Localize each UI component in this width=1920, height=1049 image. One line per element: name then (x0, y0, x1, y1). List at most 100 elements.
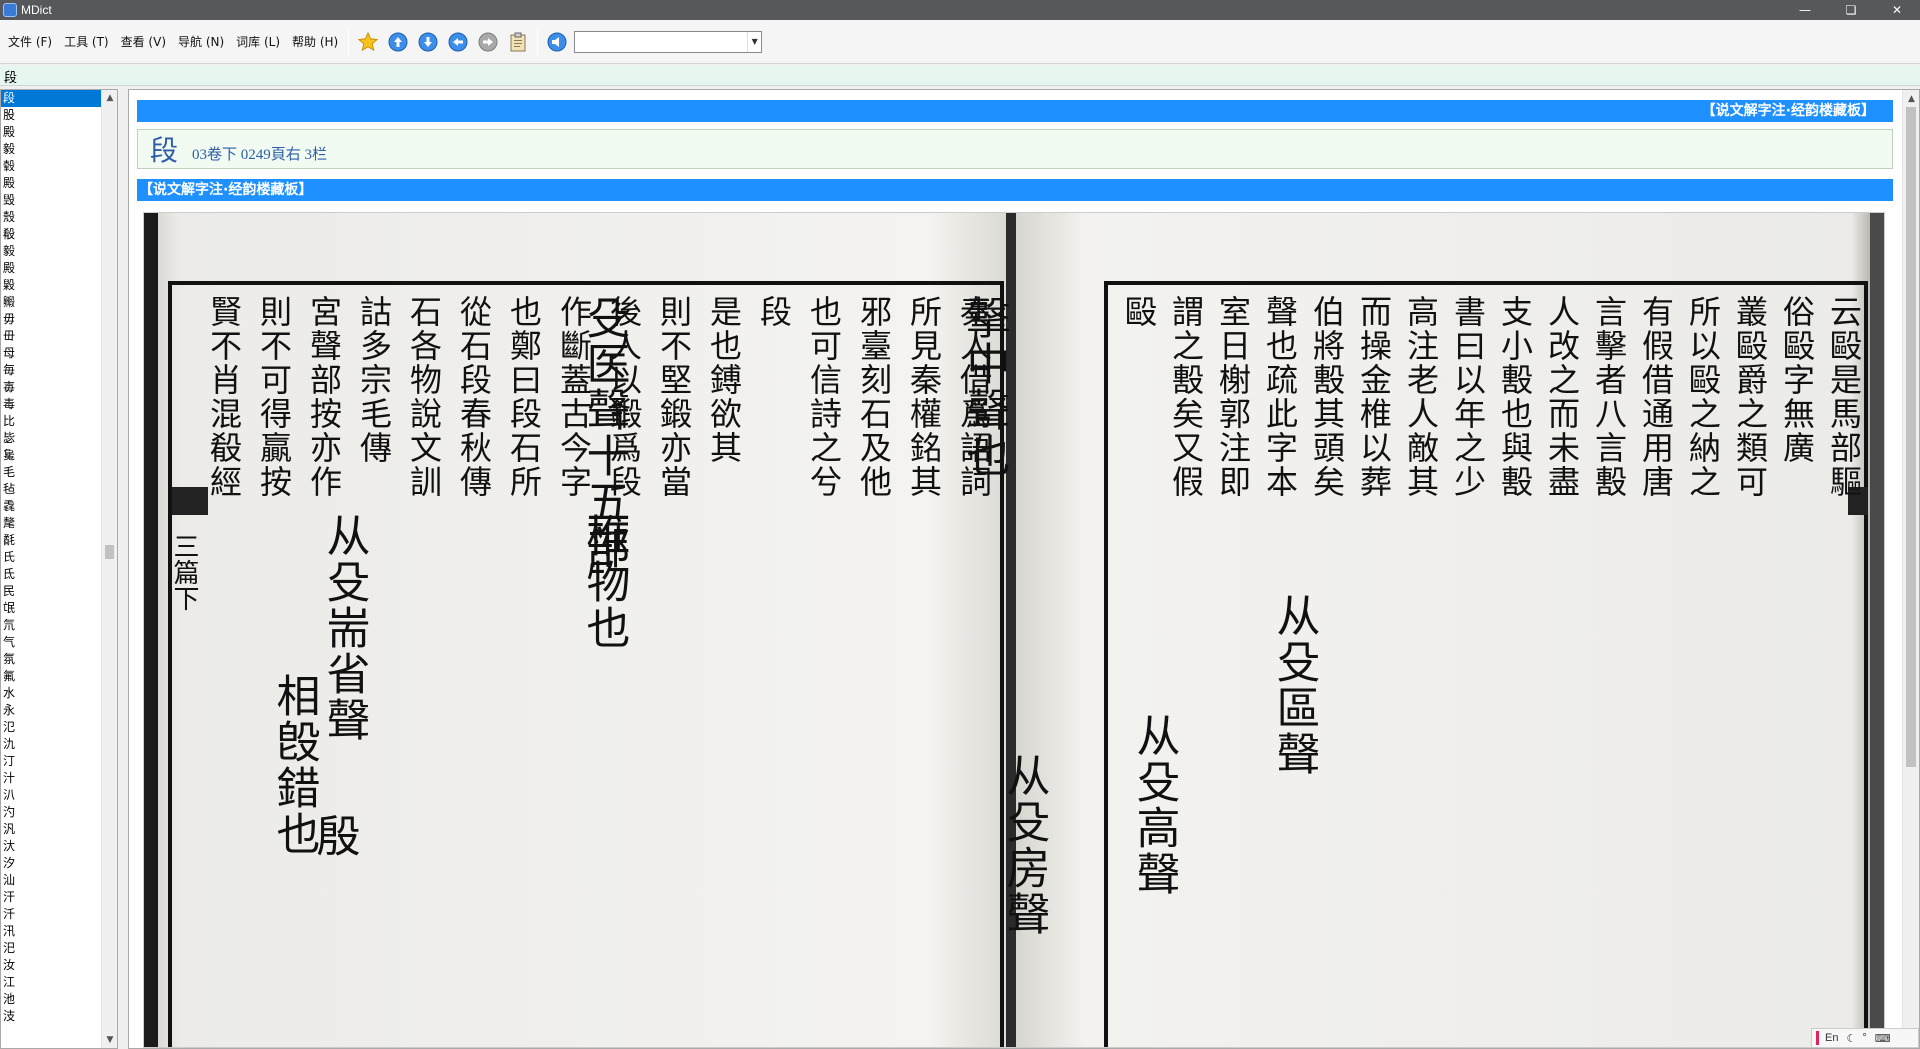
menu-help[interactable]: 帮助 (H) (286, 33, 344, 50)
word-list-item[interactable]: 水 (1, 685, 102, 702)
word-list-item[interactable]: 民 (1, 583, 102, 600)
word-list-item[interactable]: 汋 (1, 804, 102, 821)
word-list-item[interactable]: 段 (1, 90, 102, 107)
word-list-item[interactable]: 毅 (1, 141, 102, 158)
word-list-item[interactable]: 汘 (1, 906, 102, 923)
word-list-item[interactable]: 氂 (1, 515, 102, 532)
scan-text-column: 椎物也 (579, 513, 630, 651)
word-list-item[interactable]: 汕 (1, 872, 102, 889)
word-list-item[interactable]: 氓 (1, 600, 102, 617)
scan-text-column: 高注老人敵其 (1402, 295, 1440, 499)
menu-tools[interactable]: 工具 (T) (58, 33, 115, 50)
ime-indicator[interactable]: En ☾ ° ⌨ (1811, 1028, 1919, 1048)
arrow-up-icon (388, 32, 408, 51)
word-list-item[interactable]: 气 (1, 634, 102, 651)
word-list-item[interactable]: 毐 (1, 379, 102, 396)
minimize-button[interactable]: — (1782, 0, 1828, 20)
word-list-item[interactable]: 池 (1, 991, 102, 1008)
scan-text-column: 則不可得贏按 (255, 295, 293, 499)
word-list-item[interactable]: 毁 (1, 192, 102, 209)
word-list-item[interactable]: 汁 (1, 770, 102, 787)
word-list-item[interactable]: 毅 (1, 243, 102, 260)
word-list-item[interactable]: 毳 (1, 498, 102, 515)
word-list-item[interactable]: 殿 (1, 124, 102, 141)
word-list-item[interactable]: 氘 (1, 617, 102, 634)
clipboard-button[interactable] (505, 29, 531, 55)
word-list[interactable]: 段股殿毅毂殿毁殼殽毅殿毇毈毋毌母毎毐毒比毖毚毛毡毳氂氄氏氐民氓氘气氛氟水永氾氿汀… (1, 90, 102, 1048)
word-list-item[interactable]: 比 (1, 413, 102, 430)
word-list-item[interactable]: 毎 (1, 362, 102, 379)
word-list-item[interactable]: 汝 (1, 957, 102, 974)
scan-text-column: 言擊者八言毄 (1590, 295, 1628, 499)
menu-library[interactable]: 词库 (L) (230, 33, 286, 50)
word-list-item[interactable]: 殽 (1, 226, 102, 243)
word-list-item[interactable]: 殼 (1, 209, 102, 226)
pane-splitter[interactable] (118, 89, 128, 1049)
word-list-item[interactable]: 毡 (1, 481, 102, 498)
word-list-item[interactable]: 毈 (1, 294, 102, 311)
definition-scrollbar[interactable]: ▲ ▼ (1902, 90, 1919, 1048)
word-list-item[interactable]: 毒 (1, 396, 102, 413)
clipboard-icon (510, 32, 526, 51)
close-button[interactable]: ✕ (1874, 0, 1920, 20)
word-list-item[interactable]: 氿 (1, 736, 102, 753)
word-list-item[interactable]: 毇 (1, 277, 102, 294)
toolbar-separator (537, 27, 539, 56)
word-list-item[interactable]: 毖 (1, 430, 102, 447)
scan-text-column: 所見秦權銘其 (905, 295, 943, 499)
scan-text-column: 从殳高聲 (1129, 713, 1180, 897)
word-list-item[interactable]: 氾 (1, 719, 102, 736)
word-list-item[interactable]: 毚 (1, 447, 102, 464)
pronounce-button[interactable] (544, 29, 570, 55)
word-list-item[interactable]: 母 (1, 345, 102, 362)
word-list-item[interactable]: 汥 (1, 1008, 102, 1025)
word-list-item[interactable]: 殿 (1, 175, 102, 192)
scan-text-column: 室日榭郭注即 (1214, 295, 1252, 499)
word-list-item[interactable]: 汜 (1, 940, 102, 957)
previous-entry-button[interactable] (385, 29, 411, 55)
menu-view[interactable]: 查看 (V) (115, 33, 172, 50)
word-list-item[interactable]: 汃 (1, 787, 102, 804)
word-list-item[interactable]: 汛 (1, 923, 102, 940)
search-input[interactable]: 段 (0, 65, 1920, 86)
scroll-up-icon[interactable]: ▲ (102, 90, 118, 106)
word-list-item[interactable]: 氛 (1, 651, 102, 668)
scan-text-column: 从殳耑省聲 (319, 513, 370, 743)
next-entry-button[interactable] (415, 29, 441, 55)
chevron-down-icon[interactable]: ▼ (747, 31, 761, 52)
back-button[interactable] (445, 29, 471, 55)
scan-text-column: 詁多宗毛傳 (355, 295, 393, 465)
scroll-thumb[interactable] (105, 545, 114, 559)
word-list-item[interactable]: 毌 (1, 328, 102, 345)
window-controls: — ❏ ✕ (1782, 0, 1920, 20)
scroll-up-icon[interactable]: ▲ (1903, 90, 1919, 107)
word-list-item[interactable]: 殿 (1, 260, 102, 277)
favorite-button[interactable] (355, 29, 381, 55)
word-list-item[interactable]: 氟 (1, 668, 102, 685)
word-list-item[interactable]: 氏 (1, 549, 102, 566)
word-list-item[interactable]: 股 (1, 107, 102, 124)
scroll-thumb[interactable] (1906, 107, 1916, 767)
restore-button[interactable]: ❏ (1828, 0, 1874, 20)
word-list-item[interactable]: 江 (1, 974, 102, 991)
menu-navigate[interactable]: 导航 (N) (172, 33, 230, 50)
dictionary-select[interactable]: ▼ (574, 30, 763, 53)
word-list-item[interactable]: 毂 (1, 158, 102, 175)
word-list-scrollbar[interactable]: ▲ ▼ (101, 90, 117, 1048)
word-list-item[interactable]: 毛 (1, 464, 102, 481)
word-list-item[interactable]: 汐 (1, 855, 102, 872)
word-list-item[interactable]: 永 (1, 702, 102, 719)
word-list-item[interactable]: 汀 (1, 753, 102, 770)
scroll-down-icon[interactable]: ▼ (102, 1032, 118, 1048)
forward-button[interactable] (475, 29, 501, 55)
menu-file[interactable]: 文件 (F) (2, 33, 58, 50)
word-list-item[interactable]: 毋 (1, 311, 102, 328)
scan-text-column: 則不堅鍛亦當 (655, 295, 693, 499)
app-icon (3, 3, 17, 17)
word-list-item[interactable]: 汎 (1, 821, 102, 838)
word-list-item[interactable]: 汏 (1, 838, 102, 855)
word-list-item[interactable]: 氄 (1, 532, 102, 549)
scan-text-column: 段 (755, 295, 793, 329)
word-list-item[interactable]: 氐 (1, 566, 102, 583)
word-list-item[interactable]: 汗 (1, 889, 102, 906)
